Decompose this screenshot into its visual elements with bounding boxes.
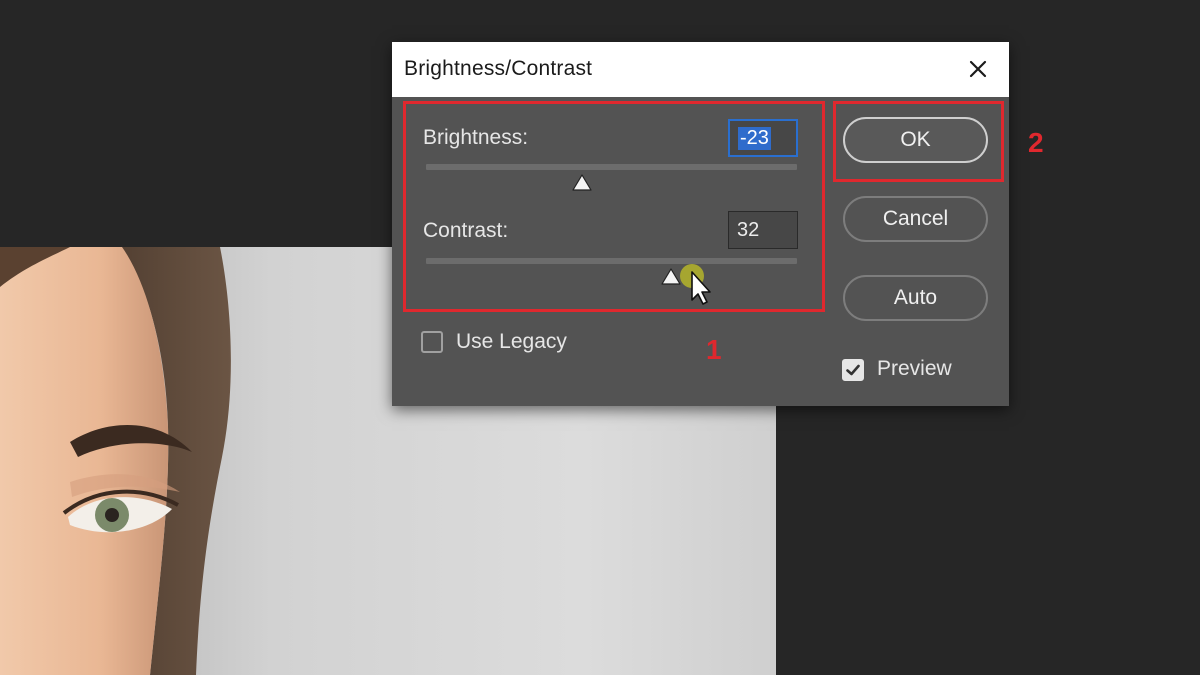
annotation-box-2 [833, 101, 1004, 182]
annotation-number-2: 2 [1028, 127, 1044, 158]
checkmark-icon [846, 364, 860, 376]
dialog-titlebar: Brightness/Contrast [392, 42, 1009, 97]
annotation-number-1: 1 [706, 334, 722, 365]
use-legacy-label: Use Legacy [456, 330, 567, 353]
cancel-button[interactable]: Cancel [843, 196, 988, 242]
use-legacy-checkbox[interactable] [421, 331, 443, 353]
preview-label: Preview [877, 357, 952, 380]
close-icon[interactable] [965, 56, 991, 82]
annotation-box-1 [403, 101, 825, 312]
preview-checkbox[interactable] [842, 359, 864, 381]
dialog-title: Brightness/Contrast [404, 57, 593, 80]
photoshop-workspace: Brightness/Contrast Brightness: -23 Cont… [0, 0, 1200, 675]
auto-button[interactable]: Auto [843, 275, 988, 321]
